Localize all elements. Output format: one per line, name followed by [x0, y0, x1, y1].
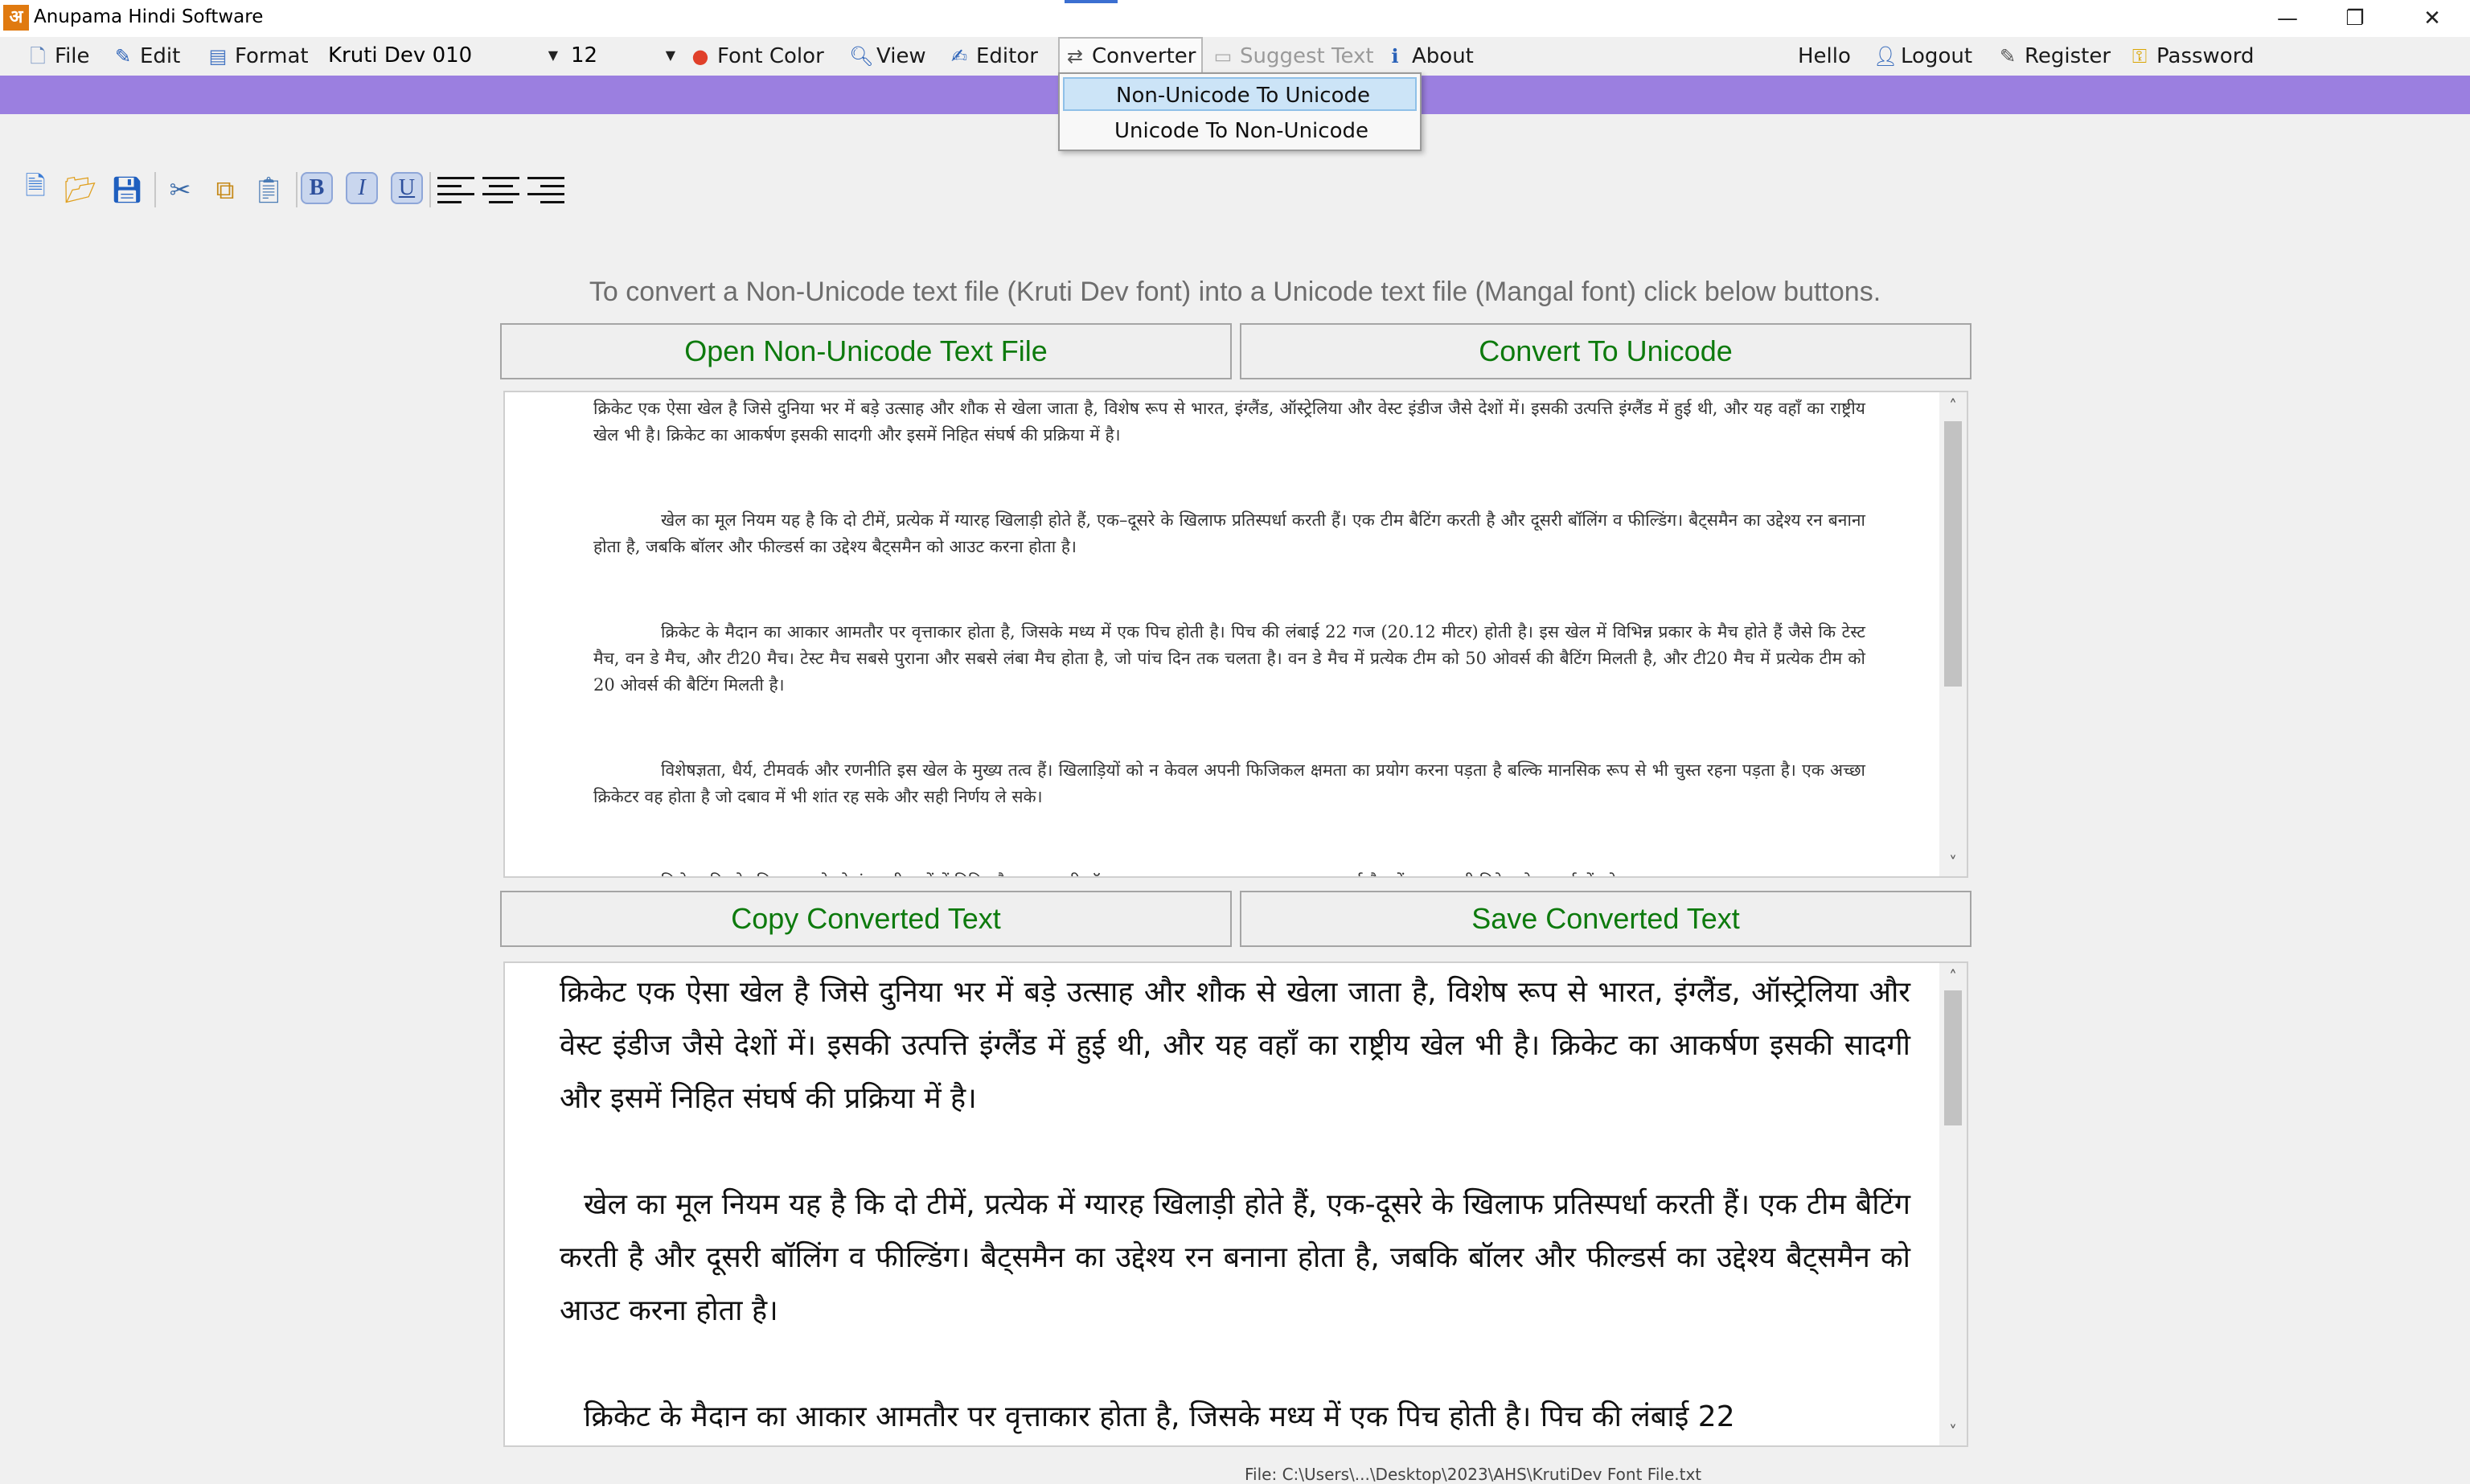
- italic-icon[interactable]: I: [346, 172, 378, 204]
- converted-text-content: क्रिकेट एक ऐसा खेल है जिसे दुनिया भर में…: [560, 966, 1910, 1445]
- scroll-up-icon[interactable]: ˄: [1939, 965, 1967, 989]
- menu-item-unicode-to-non-unicode[interactable]: Unicode To Non-Unicode: [1063, 114, 1417, 148]
- paste-icon[interactable]: 📋︎: [249, 170, 288, 209]
- register-label: Register: [2025, 44, 2111, 68]
- restore-button[interactable]: ❐: [2319, 0, 2391, 37]
- menu-about[interactable]: ℹ About: [1385, 37, 1474, 76]
- toolbar-separator: [429, 172, 431, 207]
- menu-file-label: File: [55, 44, 90, 68]
- window-title: Anupama Hindi Software: [34, 6, 264, 27]
- password-button[interactable]: ⚿ Password: [2129, 37, 2255, 76]
- converter-dropdown: Non-Unicode To Unicode Unicode To Non-Un…: [1058, 72, 1422, 151]
- converted-paragraph: क्रिकेट एक ऐसा खेल है जिसे दुनिया भर में…: [560, 976, 1910, 1115]
- user-icon: 👤︎: [1873, 45, 1898, 68]
- source-paragraph: क्रिकेट की लोकप्रियता इसके रोमांचकारी पल…: [593, 869, 1865, 876]
- converted-paragraph: खेल का मूल नियम यह है कि दो टीमें, प्रत्…: [560, 1188, 1910, 1327]
- menu-suggest-text-label: Suggest Text: [1240, 44, 1374, 68]
- scroll-up-icon[interactable]: ˄: [1939, 394, 1967, 418]
- logout-label: Logout: [1901, 44, 1973, 68]
- register-icon: ✎: [1999, 45, 2017, 68]
- menu-edit-label: Edit: [140, 44, 181, 68]
- password-label: Password: [2156, 44, 2255, 68]
- font-size-value: 12: [571, 43, 598, 68]
- scrollbar-thumb[interactable]: [1944, 421, 1962, 687]
- menu-converter-label: Converter: [1092, 44, 1196, 68]
- menu-about-label: About: [1412, 44, 1474, 68]
- scroll-down-icon[interactable]: ˅: [1939, 1420, 1967, 1444]
- source-paragraph: क्रिकेट के मैदान का आकार आमतौर पर वृत्ता…: [593, 622, 1865, 695]
- underline-icon[interactable]: U: [391, 172, 423, 204]
- toolbar-separator: [296, 172, 297, 207]
- source-scrollbar[interactable]: ˄ ˅: [1939, 392, 1967, 876]
- source-paragraph: क्रिकेट एक ऐसा खेल है जिसे दुनिया भर में…: [593, 399, 1865, 445]
- chevron-down-icon: ▼: [665, 47, 675, 63]
- align-right-icon[interactable]: [526, 172, 568, 207]
- source-text-content: क्रिकेट एक ऐसा खेल है जिसे दुनिया भर में…: [593, 396, 1865, 876]
- converted-paragraph: क्रिकेट के मैदान का आकार आमतौर पर वृत्ता…: [584, 1400, 1735, 1433]
- magnifier-icon: 🔍︎: [849, 45, 874, 68]
- scrollbar-thumb[interactable]: [1944, 990, 1962, 1125]
- menu-editor[interactable]: ✍ Editor: [949, 37, 1038, 76]
- converted-text-area[interactable]: क्रिकेट एक ऐसा खेल है जिसे दुनिया भर में…: [503, 961, 1968, 1447]
- suggest-icon: ▭: [1213, 45, 1233, 68]
- menu-view[interactable]: 🔍︎ View: [849, 37, 926, 76]
- save-converted-text-button[interactable]: Save Converted Text: [1240, 891, 1971, 947]
- open-folder-icon[interactable]: 📂︎: [61, 170, 100, 209]
- format-icon: ▤: [208, 45, 228, 68]
- color-palette-icon: ●: [691, 45, 709, 68]
- instruction-text: To convert a Non-Unicode text file (Krut…: [589, 277, 1881, 307]
- title-accent-line: [1065, 0, 1118, 3]
- app-icon: अ: [3, 5, 29, 31]
- minimize-button[interactable]: —: [2251, 0, 2324, 37]
- chevron-down-icon: ▼: [548, 47, 558, 63]
- menu-format-label: Format: [235, 44, 309, 68]
- info-icon: ℹ: [1391, 45, 1399, 68]
- toolbar-separator: [154, 172, 156, 207]
- align-center-icon[interactable]: [481, 172, 523, 207]
- converted-scrollbar[interactable]: ˄ ˅: [1939, 963, 1967, 1445]
- menu-editor-label: Editor: [976, 44, 1038, 68]
- source-paragraph: विशेषज्ञता, धैर्य, टीमवर्क और रणनीति इस …: [593, 760, 1865, 806]
- font-name-value: Kruti Dev 010: [328, 43, 473, 68]
- menu-file[interactable]: 🗋 File: [27, 37, 90, 76]
- source-paragraph: खेल का मूल नियम यह है कि दो टीमें, प्रत्…: [593, 510, 1865, 556]
- new-file-icon[interactable]: 🗎: [16, 170, 55, 209]
- save-icon[interactable]: 💾︎: [108, 170, 146, 209]
- logout-button[interactable]: 👤︎ Logout: [1873, 37, 1972, 76]
- register-button[interactable]: ✎ Register: [1997, 37, 2111, 76]
- copy-icon[interactable]: ⧉: [206, 170, 244, 209]
- status-file-path: File: C:\Users\...\Desktop\2023\AHS\Krut…: [1245, 1465, 1702, 1484]
- close-button[interactable]: ✕: [2396, 0, 2468, 37]
- menu-view-label: View: [876, 44, 926, 68]
- scroll-down-icon[interactable]: ˅: [1939, 851, 1967, 875]
- file-icon: 🗋: [30, 45, 46, 68]
- key-icon: ⚿: [2132, 45, 2148, 68]
- menu-font-color-label: Font Color: [717, 44, 824, 68]
- editor-icon: ✍: [950, 45, 968, 68]
- menu-edit[interactable]: ✎ Edit: [113, 37, 180, 76]
- title-bar: [0, 0, 2470, 37]
- open-non-unicode-file-button[interactable]: Open Non-Unicode Text File: [500, 323, 1232, 379]
- greeting-label: Hello: [1798, 44, 1851, 68]
- menu-item-non-unicode-to-unicode[interactable]: Non-Unicode To Unicode: [1063, 77, 1417, 111]
- convert-to-unicode-button[interactable]: Convert To Unicode: [1240, 323, 1971, 379]
- edit-icon: ✎: [114, 45, 132, 68]
- source-text-area[interactable]: क्रिकेट एक ऐसा खेल है जिसे दुनिया भर में…: [503, 391, 1968, 878]
- menu-format[interactable]: ▤ Format: [207, 37, 309, 76]
- greeting-text: Hello: [1798, 37, 1851, 76]
- bold-icon[interactable]: B: [301, 172, 333, 204]
- menu-converter[interactable]: ⇄ Converter: [1058, 37, 1203, 76]
- font-name-select[interactable]: Kruti Dev 010 ▼: [323, 40, 563, 71]
- align-left-icon[interactable]: [436, 172, 478, 207]
- cut-icon[interactable]: ✂: [161, 170, 199, 209]
- menu-suggest-text[interactable]: ▭ Suggest Text: [1212, 37, 1374, 76]
- copy-converted-text-button[interactable]: Copy Converted Text: [500, 891, 1232, 947]
- converter-icon: ⇄: [1066, 45, 1084, 68]
- font-size-select[interactable]: 12 ▼: [566, 40, 680, 71]
- menu-font-color[interactable]: ● Font Color: [690, 37, 824, 76]
